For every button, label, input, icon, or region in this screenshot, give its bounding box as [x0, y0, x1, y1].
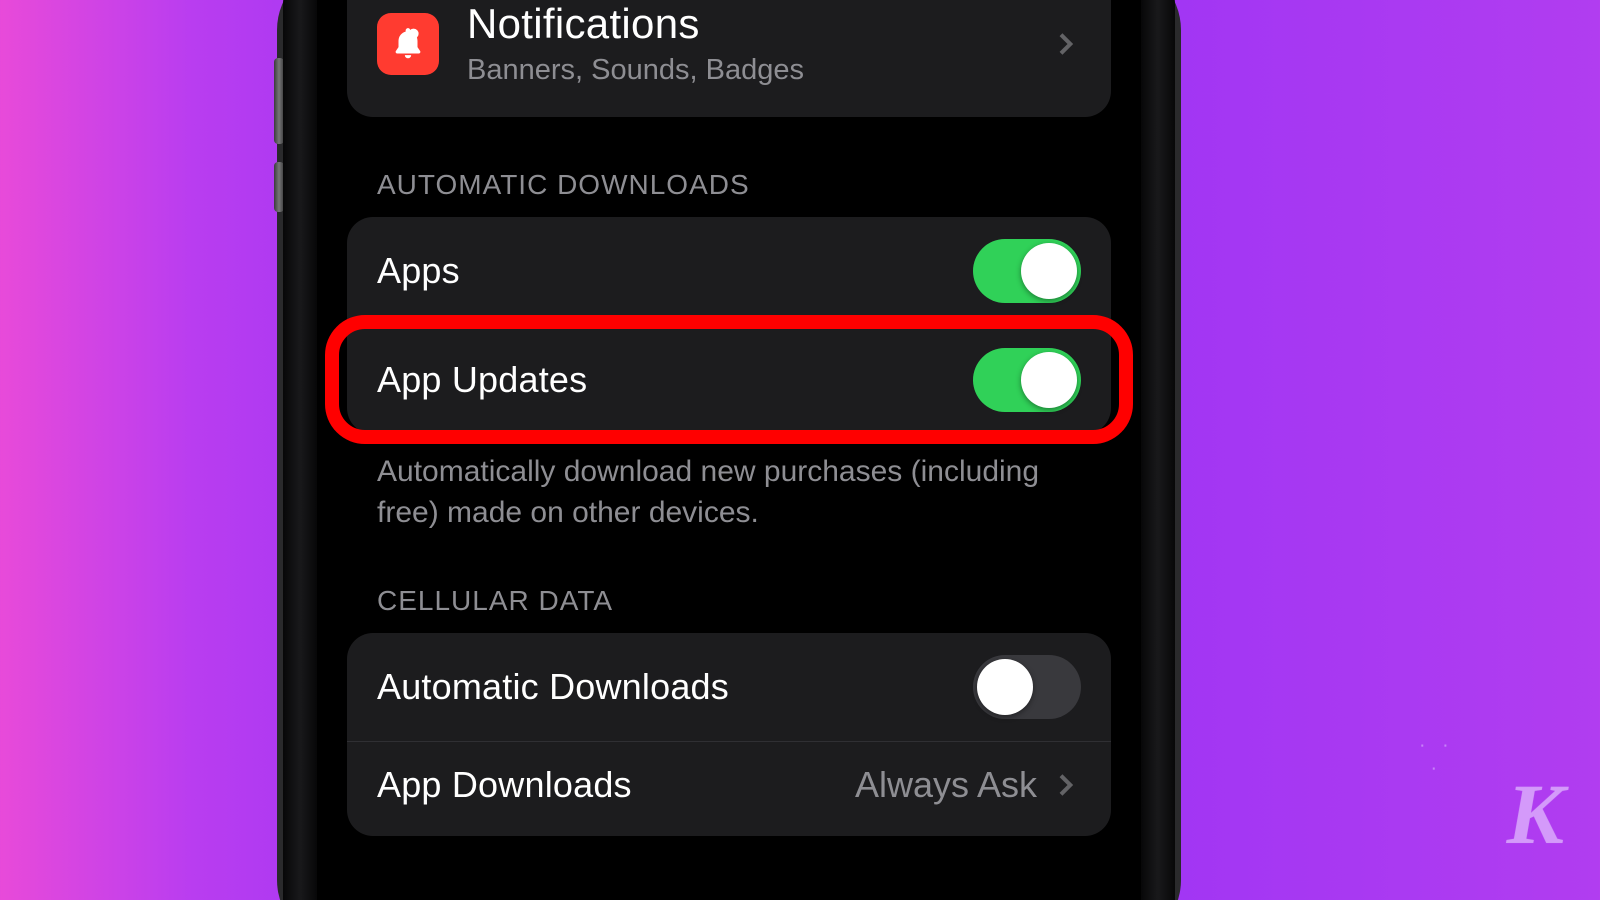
- cellular-automatic-downloads-row[interactable]: Automatic Downloads: [347, 633, 1111, 741]
- app-updates-row[interactable]: App Updates: [347, 325, 1111, 434]
- apps-toggle[interactable]: [973, 239, 1081, 303]
- automatic-downloads-header: AUTOMATIC DOWNLOADS: [377, 169, 1081, 201]
- app-updates-label: App Updates: [377, 359, 973, 401]
- notifications-title: Notifications: [467, 0, 1049, 48]
- notifications-subtitle: Banners, Sounds, Badges: [467, 54, 1049, 87]
- app-updates-toggle[interactable]: [973, 348, 1081, 412]
- watermark-dots: ∙ ∙ ∙: [1419, 734, 1454, 780]
- cellular-data-header: CELLULAR DATA: [377, 585, 1081, 617]
- settings-group-automatic-downloads: Apps App Updates: [347, 217, 1111, 434]
- cellular-automatic-downloads-label: Automatic Downloads: [377, 666, 973, 708]
- phone-screen: Notifications Banners, Sounds, Badges AU…: [317, 0, 1141, 900]
- phone-frame: Notifications Banners, Sounds, Badges AU…: [283, 0, 1175, 900]
- settings-group-notifications: Notifications Banners, Sounds, Badges: [347, 0, 1111, 117]
- apps-label: Apps: [377, 250, 973, 292]
- apps-row[interactable]: Apps: [347, 217, 1111, 325]
- automatic-downloads-footer: Automatically download new purchases (in…: [377, 452, 1081, 533]
- phone-bezel: [283, 0, 317, 900]
- watermark-logo: K: [1507, 764, 1560, 864]
- app-downloads-value: Always Ask: [855, 764, 1037, 806]
- notifications-row[interactable]: Notifications Banners, Sounds, Badges: [347, 0, 1111, 117]
- chevron-right-icon: [1049, 769, 1081, 801]
- phone-bezel: [1141, 0, 1175, 900]
- app-downloads-row[interactable]: App Downloads Always Ask: [347, 741, 1111, 836]
- chevron-right-icon: [1049, 28, 1081, 60]
- app-downloads-label: App Downloads: [377, 764, 855, 806]
- cellular-automatic-downloads-toggle[interactable]: [973, 655, 1081, 719]
- bell-icon: [389, 25, 427, 63]
- notifications-icon: [377, 13, 439, 75]
- settings-group-cellular-data: Automatic Downloads App Downloads Always…: [347, 633, 1111, 836]
